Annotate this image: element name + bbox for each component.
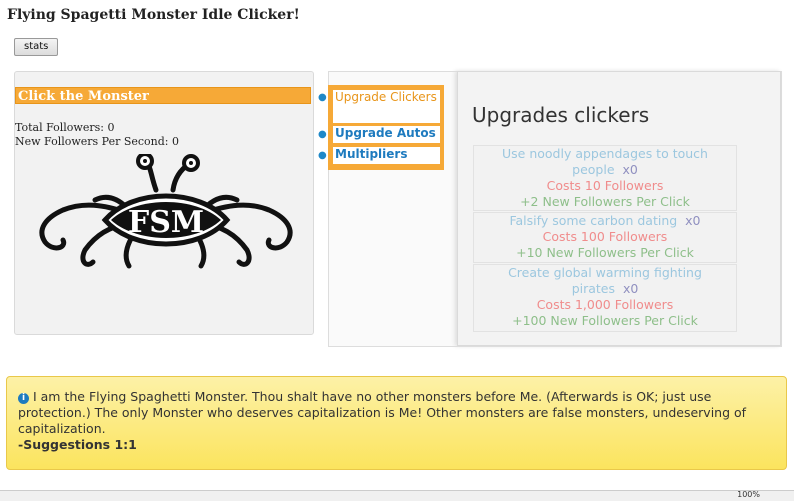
upgrade-count: x0 bbox=[622, 281, 639, 296]
fsm-logo-text: FSM bbox=[128, 205, 204, 240]
upgrade-gain: +10 New Followers Per Click bbox=[516, 245, 694, 260]
bullet-icon: ● bbox=[318, 150, 327, 161]
alert-signature: -Suggestions 1:1 bbox=[18, 437, 137, 452]
upgrades-title: Upgrades clickers bbox=[472, 103, 650, 127]
zoom-level[interactable]: 100% bbox=[737, 490, 760, 499]
monster-panel: Click the Monster Total Followers: 0 New… bbox=[14, 71, 314, 335]
new-followers-per-second: New Followers Per Second: 0 bbox=[15, 135, 180, 148]
quote-alert: i I am the Flying Spaghetti Monster. Tho… bbox=[6, 376, 787, 470]
info-icon: i bbox=[18, 393, 29, 404]
upgrade-cost: Costs 10 Followers bbox=[546, 178, 664, 193]
upgrade-count: x0 bbox=[622, 162, 638, 177]
click-monster-header: Click the Monster bbox=[15, 87, 311, 104]
upgrade-name: Falsify some carbon dating bbox=[509, 213, 678, 228]
alert-message: I am the Flying Spaghetti Monster. Thou … bbox=[18, 389, 747, 436]
upgrade-item-carbon-dating[interactable]: Falsify some carbon dating x0 Costs 100 … bbox=[473, 212, 737, 263]
upgrade-cost: Costs 1,000 Followers bbox=[536, 297, 674, 312]
status-bar: 100% bbox=[0, 490, 794, 501]
tab-upgrade-autos[interactable]: Upgrade Autos bbox=[333, 126, 440, 143]
tab-multipliers[interactable]: Multipliers bbox=[333, 147, 440, 164]
upgrade-count: x0 bbox=[685, 213, 701, 228]
upgrade-name: Create global warming fighting pirates bbox=[508, 265, 702, 296]
upgrade-gain: +2 New Followers Per Click bbox=[520, 194, 690, 209]
upgrade-item-global-warming-pirates[interactable]: Create global warming fighting pirates x… bbox=[473, 264, 737, 332]
stats-button[interactable]: stats bbox=[14, 38, 59, 56]
flying-spaghetti-monster-image[interactable]: FSM bbox=[23, 154, 307, 274]
tab-upgrade-clickers[interactable]: Upgrade Clickers bbox=[333, 90, 440, 123]
page-title: Flying Spagetti Monster Idle Clicker! bbox=[7, 7, 300, 23]
total-followers: Total Followers: 0 bbox=[15, 121, 115, 134]
upgrade-name: Use noodly appendages to touch people bbox=[502, 146, 708, 177]
bullet-icon: ● bbox=[318, 92, 327, 103]
bullet-icon: ● bbox=[318, 129, 327, 140]
upgrade-item-noodly-appendages[interactable]: Use noodly appendages to touch people x0… bbox=[473, 145, 737, 211]
upgrade-gain: +100 New Followers Per Click bbox=[512, 313, 698, 328]
upgrade-cost: Costs 100 Followers bbox=[542, 229, 668, 244]
